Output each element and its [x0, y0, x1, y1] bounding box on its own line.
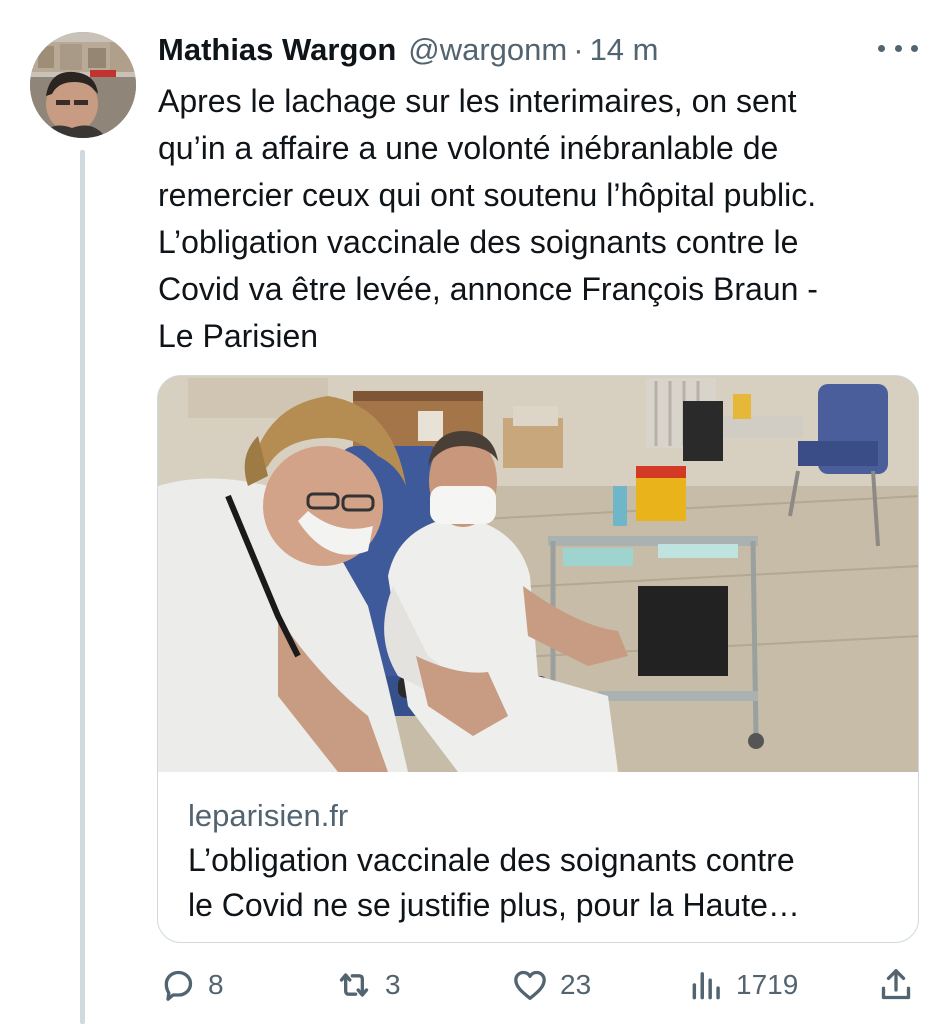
more-horizontal-icon-dot-1: [878, 44, 885, 52]
card-domain: leparisien.fr: [188, 798, 349, 833]
reply-button[interactable]: 8: [158, 960, 224, 1010]
author-name[interactable]: Mathias Wargon: [158, 32, 396, 68]
tweet-text-line: Apres le lachage sur les interimaires, o…: [158, 83, 797, 119]
retweet-button[interactable]: 3: [333, 960, 401, 1010]
thread-connector-line: [80, 150, 85, 1024]
card-title: L’obligation vaccinale des soignants con…: [188, 838, 898, 928]
avatar-photo: [30, 32, 136, 138]
tweet-text-line: remercier ceux qui ont soutenu l’hôpital…: [158, 177, 817, 213]
header-separator: ·: [573, 32, 584, 67]
like-count: 23: [560, 969, 592, 1000]
more-options-button[interactable]: [878, 36, 918, 60]
views-button[interactable]: 1719: [688, 960, 798, 1010]
heart-icon: [510, 965, 550, 1005]
article-photo: [158, 376, 918, 772]
link-preview-card[interactable]: leparisien.fr L’obligation vaccinale des…: [157, 375, 919, 943]
views-count: 1719: [736, 969, 799, 1000]
views-icon: [688, 965, 726, 1005]
card-image[interactable]: [158, 376, 918, 772]
avatar[interactable]: [30, 32, 136, 138]
retweet-icon: [333, 965, 375, 1005]
tweet-actions-bar: 8 3 23 1719: [158, 960, 920, 1010]
card-title-line: le Covid ne se justifie plus, pour la Ha…: [188, 887, 800, 923]
more-horizontal-icon-dot-3: [911, 44, 918, 52]
tweet-text-line: Le Parisien: [158, 318, 319, 354]
more-horizontal-icon-dot-2: [894, 44, 902, 52]
like-button[interactable]: 23: [510, 960, 591, 1010]
tweet-text: Apres le lachage sur les interimaires, o…: [158, 78, 928, 360]
tweet-text-line: Covid va être levée, annonce François Br…: [158, 271, 818, 307]
tweet-header: Mathias Wargon @wargonm · 14 m: [158, 28, 918, 72]
tweet-text-line: L’obligation vaccinale des soignants con…: [158, 224, 799, 260]
tweet-text-line: qu’in a affaire a une volonté inébranlab…: [158, 130, 779, 166]
retweet-count: 3: [385, 969, 401, 1000]
card-title-line: L’obligation vaccinale des soignants con…: [188, 842, 795, 878]
tweet-timestamp[interactable]: 14 m: [590, 32, 659, 68]
share-button[interactable]: [876, 960, 916, 1010]
reply-icon: [158, 965, 198, 1005]
author-handle[interactable]: @wargonm: [408, 32, 567, 68]
share-icon: [876, 965, 916, 1005]
reply-count: 8: [208, 969, 224, 1000]
